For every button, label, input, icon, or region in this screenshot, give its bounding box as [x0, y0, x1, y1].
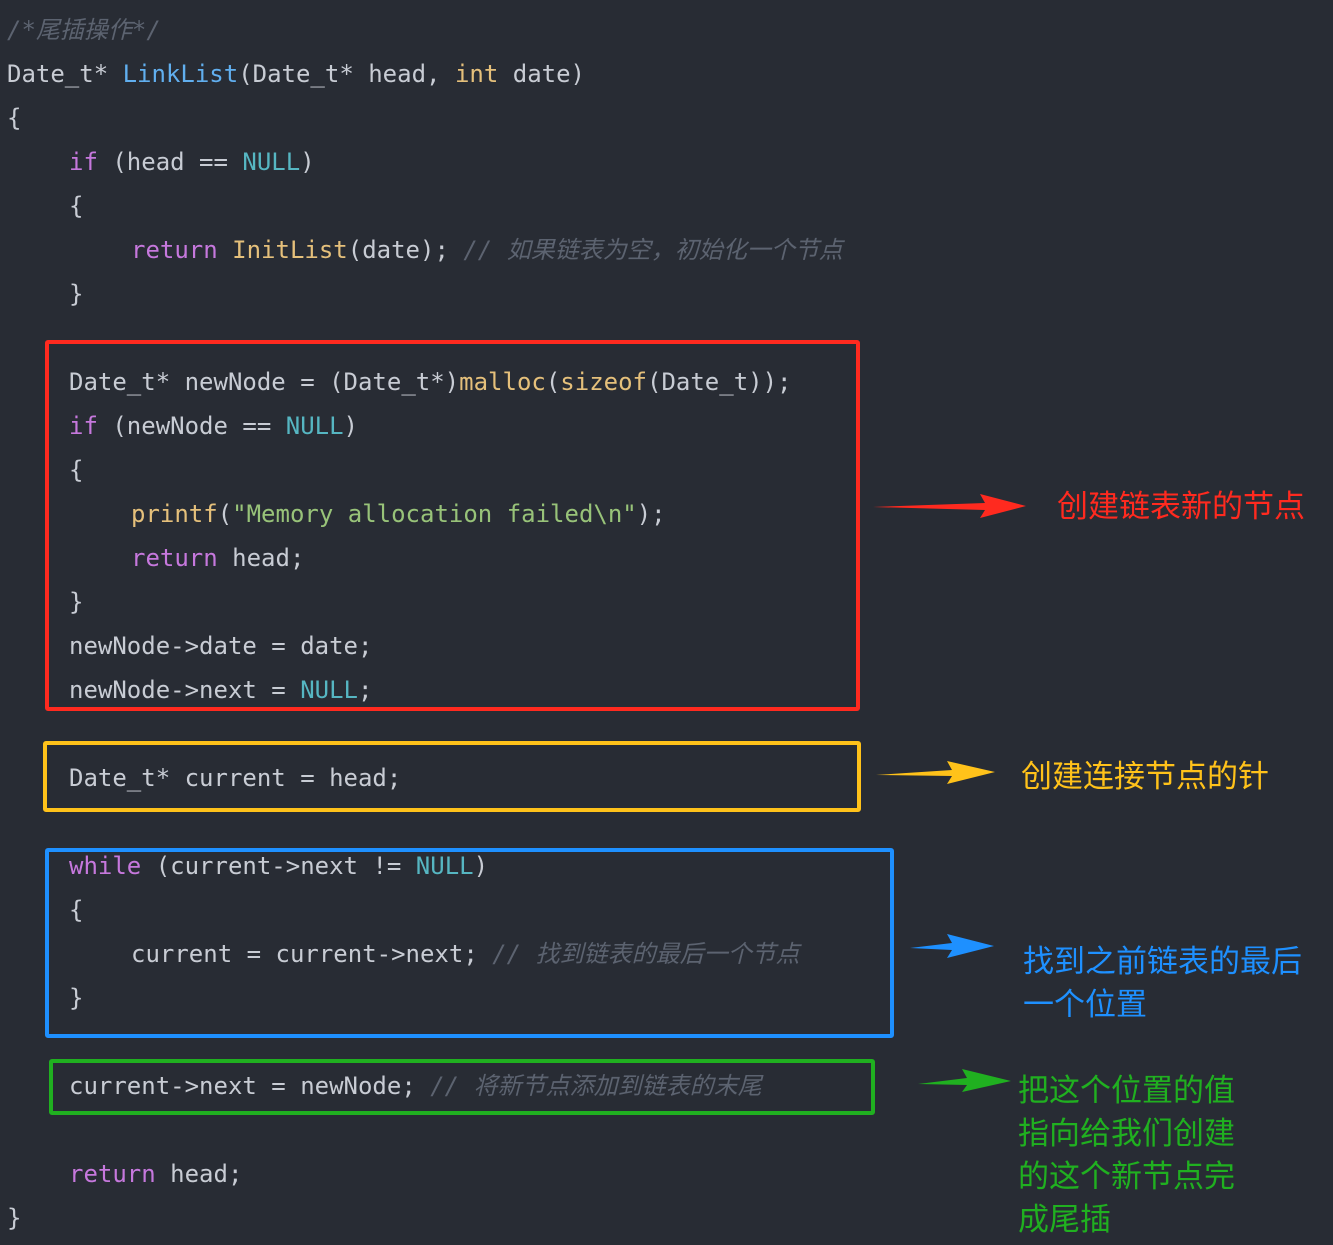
annotation-find-tail: 找到之前链表的最后 一个位置: [1023, 944, 1302, 1023]
annotation-link-tail: 把这个位置的值 指向给我们创建 的这个新节点完 成尾插: [1018, 1073, 1235, 1238]
red-arrow-icon: [873, 494, 1026, 518]
green-arrow-icon: [918, 1069, 1011, 1092]
annotation-current-pointer: 创建连接节点的针: [1021, 759, 1269, 795]
blue-arrow-icon: [910, 934, 994, 958]
orange-arrow-icon: [876, 761, 995, 784]
annotation-create-node: 创建链表新的节点: [1057, 489, 1305, 525]
annotation-arrows: [873, 494, 1026, 1092]
